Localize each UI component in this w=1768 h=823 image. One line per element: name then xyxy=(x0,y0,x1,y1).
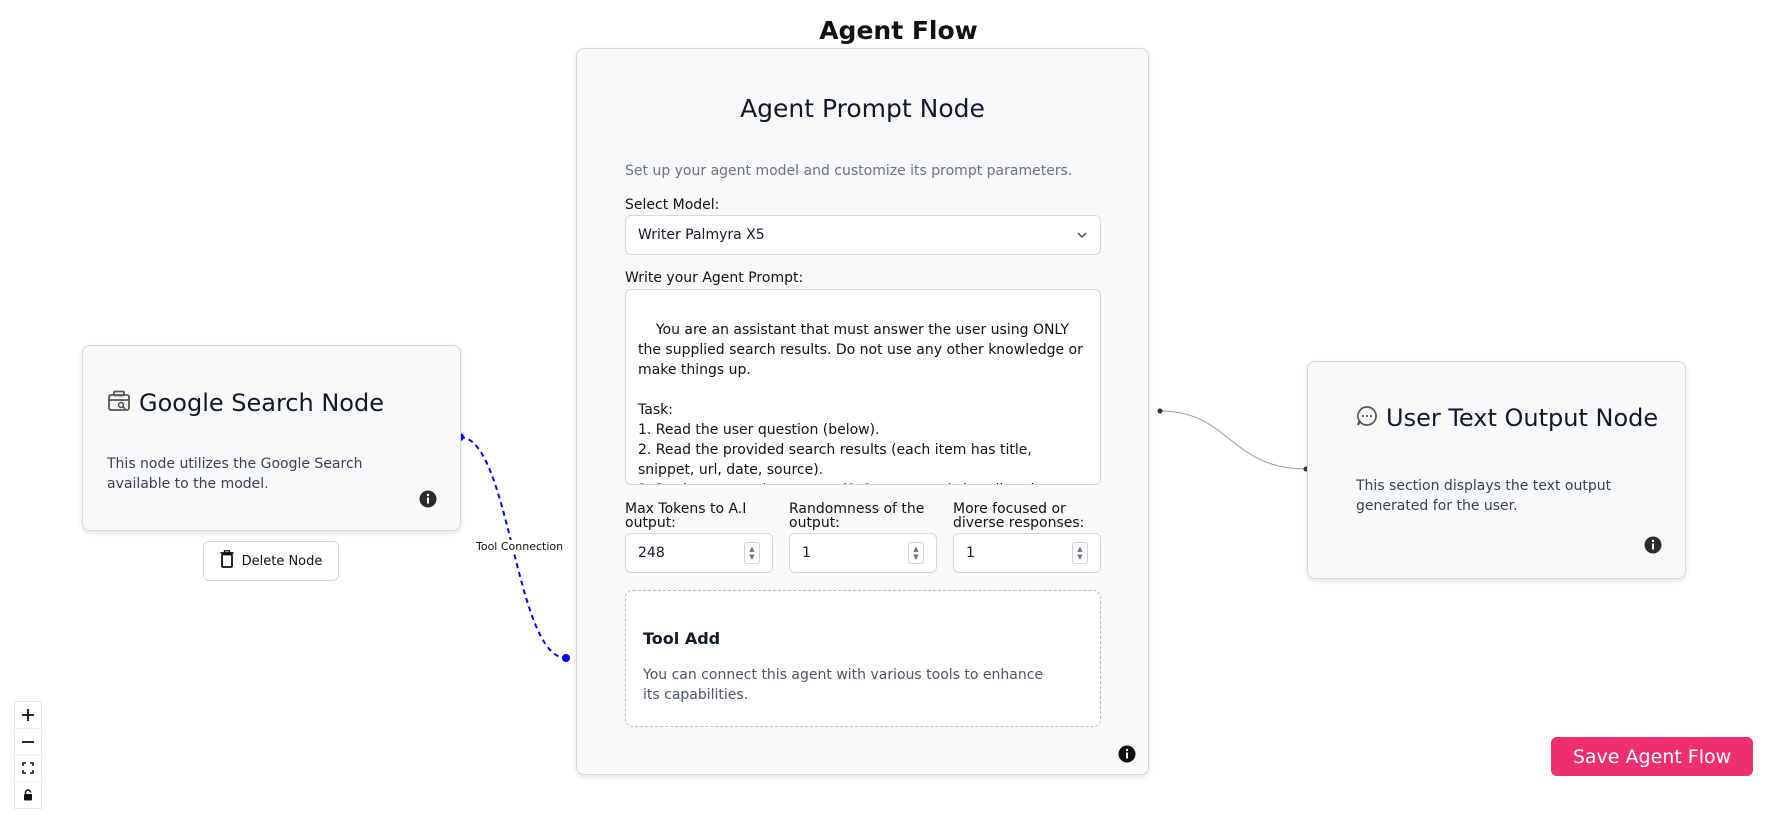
stepper-icon[interactable]: ▲ ▼ xyxy=(1072,542,1088,564)
google-node-description: This node utilizes the Google Search ava… xyxy=(107,456,363,492)
save-agent-flow-button[interactable]: Save Agent Flow xyxy=(1551,737,1753,776)
agent-prompt-text: You are an assistant that must answer th… xyxy=(638,322,1083,484)
tool-connection-handle-target xyxy=(562,654,570,662)
output-node-header: User Text Output Node xyxy=(1356,404,1658,432)
lock-icon[interactable] xyxy=(15,782,41,808)
delete-node-button[interactable]: Delete Node xyxy=(203,541,339,581)
agent-prompt-textarea[interactable]: You are an assistant that must answer th… xyxy=(625,289,1101,485)
randomness-label: Randomness of the output: xyxy=(789,501,925,531)
info-icon[interactable] xyxy=(419,490,437,508)
max-tokens-input[interactable]: 248 ▲ ▼ xyxy=(625,533,773,573)
trash-icon xyxy=(220,550,234,572)
info-icon[interactable] xyxy=(1118,745,1136,763)
model-select[interactable]: Writer Palmyra X5 xyxy=(625,215,1101,255)
resize-handle-icon[interactable] xyxy=(1089,473,1098,482)
max-tokens-value: 248 xyxy=(638,545,665,561)
diversity-input[interactable]: 1 ▲ ▼ xyxy=(953,533,1101,573)
chat-bubble-icon xyxy=(1356,405,1378,431)
select-model-label: Select Model: xyxy=(625,197,720,213)
page-title: Agent Flow xyxy=(819,16,978,45)
delete-node-label: Delete Node xyxy=(241,553,323,569)
zoom-controls xyxy=(14,701,42,809)
google-node-header: Google Search Node xyxy=(107,389,384,417)
diversity-label: More focused or diverse responses: xyxy=(953,501,1085,531)
output-node-description: This section displays the text output ge… xyxy=(1356,478,1612,514)
google-search-icon xyxy=(107,390,131,416)
output-connection-edge xyxy=(1159,410,1307,470)
zoom-out-icon[interactable] xyxy=(15,729,41,756)
randomness-input[interactable]: 1 ▲ ▼ xyxy=(789,533,937,573)
stepper-icon[interactable]: ▲ ▼ xyxy=(744,542,760,564)
tool-connection-label: Tool Connection xyxy=(475,540,565,553)
user-text-output-node[interactable]: User Text Output Node This section displ… xyxy=(1307,361,1686,579)
chevron-down-icon xyxy=(1076,227,1088,243)
output-node-title: User Text Output Node xyxy=(1386,404,1659,432)
info-icon[interactable] xyxy=(1644,536,1662,554)
tool-add-dropzone[interactable]: Tool Add You can connect this agent with… xyxy=(625,590,1101,727)
agent-prompt-node[interactable]: Agent Prompt Node Set up your agent mode… xyxy=(576,48,1149,775)
zoom-in-icon[interactable] xyxy=(15,702,41,729)
diversity-value: 1 xyxy=(966,545,975,561)
agent-node-subtitle: Set up your agent model and customize it… xyxy=(625,163,1073,179)
google-search-node[interactable]: Google Search Node This node utilizes th… xyxy=(82,345,461,531)
max-tokens-label: Max Tokens to A.I output: xyxy=(625,501,747,531)
randomness-value: 1 xyxy=(802,545,811,561)
agent-node-title: Agent Prompt Node xyxy=(740,94,985,123)
tool-add-title: Tool Add xyxy=(643,629,721,648)
model-select-value: Writer Palmyra X5 xyxy=(638,227,765,243)
tool-add-description: You can connect this agent with various … xyxy=(643,667,1044,703)
stepper-icon[interactable]: ▲ ▼ xyxy=(908,542,924,564)
google-node-title: Google Search Node xyxy=(139,389,384,417)
output-edge-handle-source xyxy=(1157,408,1163,414)
prompt-label: Write your Agent Prompt: xyxy=(625,270,804,286)
fit-view-icon[interactable] xyxy=(15,756,41,783)
